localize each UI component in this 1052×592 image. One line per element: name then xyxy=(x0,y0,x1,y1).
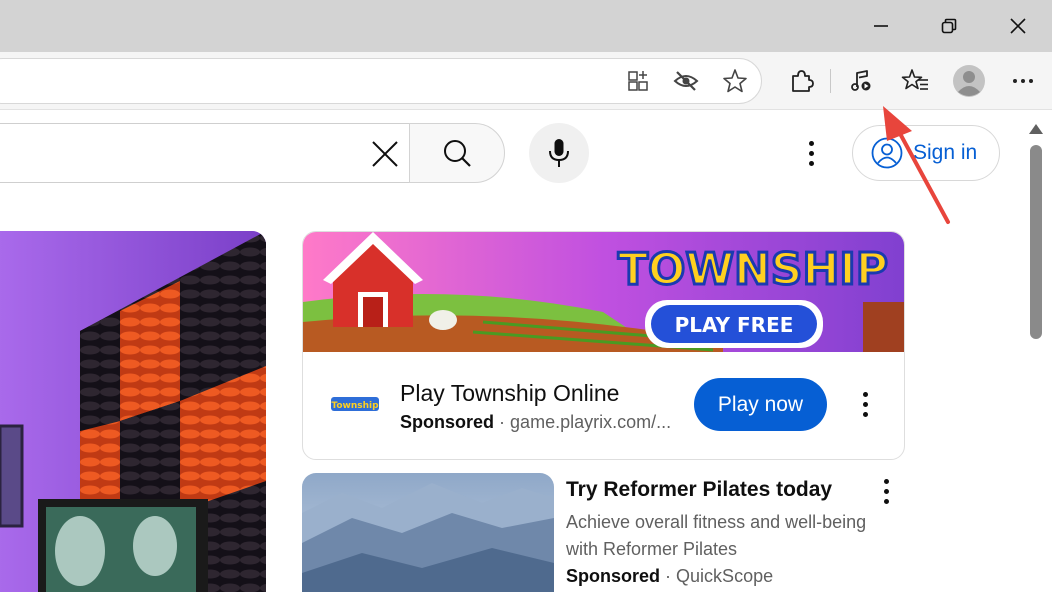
microphone-icon xyxy=(549,139,569,167)
dot xyxy=(808,140,814,146)
minimize-icon xyxy=(874,25,888,27)
voice-search-button[interactable] xyxy=(529,123,589,183)
sponsored-label: Sponsored xyxy=(566,566,661,586)
split-screen-button[interactable] xyxy=(621,63,657,99)
dot xyxy=(808,160,814,166)
search-input[interactable] xyxy=(0,123,410,183)
ad-menu-button[interactable] xyxy=(853,386,877,422)
item-description-line1: Achieve overall fitness and well-being xyxy=(566,512,867,532)
item-title[interactable]: Try Reformer Pilates today xyxy=(566,478,832,502)
tracking-prevention-icon xyxy=(673,71,699,91)
browser-menu-button[interactable] xyxy=(1005,63,1041,99)
pilates-thumbnail[interactable] xyxy=(302,473,554,592)
dot xyxy=(883,498,889,504)
extensions-icon xyxy=(792,70,814,92)
thumbnail-image xyxy=(0,231,266,592)
scroll-up-arrow-icon[interactable] xyxy=(1029,124,1043,134)
dot xyxy=(862,401,868,407)
dot xyxy=(883,478,889,484)
sign-in-label: Sign in xyxy=(913,141,978,164)
sign-in-button[interactable]: Sign in xyxy=(852,125,1000,181)
item-description-line2: with Reformer Pilates xyxy=(566,539,738,559)
profile-button[interactable] xyxy=(951,63,987,99)
favorite-star-icon xyxy=(723,69,747,93)
close-window-button[interactable] xyxy=(987,0,1049,52)
account-icon xyxy=(871,137,903,169)
profile-icon xyxy=(953,65,985,97)
mountain-image xyxy=(302,473,554,592)
dot xyxy=(862,391,868,397)
sponsored-label: Sponsored xyxy=(400,412,495,432)
restore-button[interactable] xyxy=(918,0,980,52)
clear-icon xyxy=(372,141,398,167)
banner-cta: PLAY FREE xyxy=(675,313,794,337)
youtube-page: Sign in TOWNSHIP PLAY FREE Township Play… xyxy=(0,111,1022,592)
favorites-button[interactable] xyxy=(897,63,933,99)
favorites-icon xyxy=(901,69,928,90)
item-menu-button[interactable] xyxy=(874,473,898,509)
title-bar xyxy=(0,0,1052,52)
dot xyxy=(883,488,889,494)
dot xyxy=(808,150,814,156)
meta-separator: · xyxy=(499,412,506,432)
media-control-icon xyxy=(851,70,871,91)
extensions-button[interactable] xyxy=(783,63,819,99)
toolbar-divider xyxy=(830,69,831,93)
media-control-button[interactable] xyxy=(843,63,879,99)
minimize-button[interactable] xyxy=(850,0,912,52)
settings-menu-button[interactable] xyxy=(799,135,823,171)
township-banner-image: TOWNSHIP PLAY FREE xyxy=(303,232,904,352)
advertiser-name: QuickScope xyxy=(676,566,774,586)
browser-toolbar xyxy=(0,52,1052,110)
ad-domain: game.playrix.com/... xyxy=(510,412,672,432)
township-logo-image: Township xyxy=(331,397,379,411)
tracking-prevention-button[interactable] xyxy=(668,63,704,99)
dot xyxy=(862,411,868,417)
clear-search-button[interactable] xyxy=(368,139,402,169)
banner-title: TOWNSHIP xyxy=(618,244,888,295)
split-screen-icon xyxy=(628,71,648,91)
more-icon xyxy=(1013,79,1033,83)
ad-meta: Sponsored · game.playrix.com/... xyxy=(400,412,671,433)
favorite-star-button[interactable] xyxy=(717,63,753,99)
play-now-button[interactable]: Play now xyxy=(694,378,827,431)
browser-window: Sign in TOWNSHIP PLAY FREE Township Play… xyxy=(0,0,1052,592)
ad-card[interactable]: TOWNSHIP PLAY FREE Township Play Townshi… xyxy=(302,231,905,460)
close-icon xyxy=(1010,18,1026,34)
search-button[interactable] xyxy=(409,123,505,183)
item-meta: Sponsored · QuickScope xyxy=(566,566,773,587)
ad-title[interactable]: Play Township Online xyxy=(400,380,619,407)
scrollbar[interactable] xyxy=(1022,111,1052,592)
scroll-thumb[interactable] xyxy=(1030,145,1042,339)
logo-text: Township xyxy=(331,401,379,411)
search-icon xyxy=(444,140,471,167)
ad-banner[interactable]: TOWNSHIP PLAY FREE xyxy=(303,232,904,352)
meta-separator: · xyxy=(665,566,672,586)
advertiser-logo: Township xyxy=(329,389,381,419)
restore-icon xyxy=(941,18,957,34)
video-thumbnail[interactable] xyxy=(0,231,266,592)
